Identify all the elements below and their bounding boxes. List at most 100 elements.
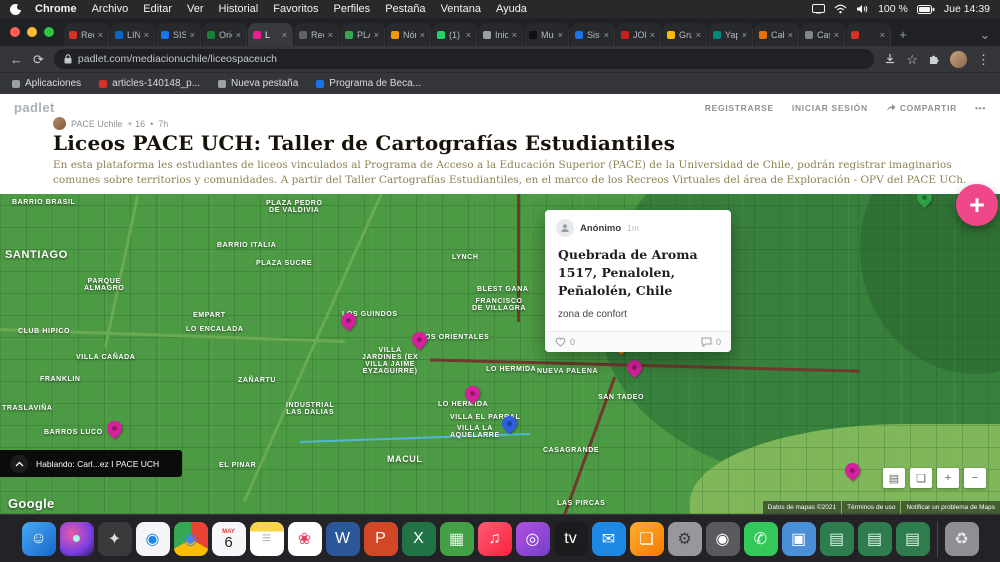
collaborators-count[interactable]: + 16 (127, 119, 145, 129)
heart-icon[interactable] (555, 337, 566, 347)
menu-item-chrome[interactable]: Chrome (35, 3, 77, 15)
browser-tab[interactable]: Yap × (708, 23, 753, 46)
dock-music-icon[interactable]: ♫ (477, 521, 512, 556)
map-marker[interactable] (461, 382, 484, 406)
more-options-icon[interactable]: ••• (975, 103, 986, 113)
new-tab-button[interactable]: + (892, 23, 914, 46)
browser-tab[interactable]: PLA × (340, 23, 385, 46)
tab-close-icon[interactable]: × (236, 30, 241, 40)
volume-icon[interactable] (856, 4, 869, 14)
map-attribution-link[interactable]: Notificar un problema de Maps (901, 501, 1000, 514)
browser-tab[interactable]: Orie × (202, 23, 247, 46)
browser-tab[interactable]: SIST × (156, 23, 201, 46)
tab-close-icon[interactable]: × (98, 30, 103, 40)
window-close-button[interactable] (10, 27, 20, 37)
talking-overlay[interactable]: Hablando: Carl...ez I PACE UCH (0, 450, 182, 477)
dock-excel-icon[interactable]: X (401, 521, 436, 556)
tab-close-icon[interactable]: × (512, 30, 517, 40)
fullscreen-button[interactable]: ❏ (910, 468, 932, 488)
dock-screen-sharing-icon[interactable]: ▦ (439, 521, 474, 556)
tab-close-icon[interactable]: × (650, 30, 655, 40)
dock-finder-icon[interactable]: ☺ (21, 521, 56, 556)
tab-search-button[interactable]: ⌄ (974, 23, 996, 46)
menu-clock[interactable]: Jue 14:39 (944, 3, 990, 15)
map-marker[interactable] (337, 309, 360, 333)
zoom-out-button[interactable]: − (964, 468, 986, 488)
expand-chevron-button[interactable] (10, 454, 28, 473)
dock-photo-booth-icon[interactable]: ◉ (705, 521, 740, 556)
tab-close-icon[interactable]: × (834, 30, 839, 40)
bookmark-item[interactable]: Aplicaciones (12, 78, 81, 89)
browser-tab[interactable]: Sist × (570, 23, 615, 46)
tab-close-icon[interactable]: × (788, 30, 793, 40)
menu-item-editar[interactable]: Editar (143, 3, 172, 15)
dock-tv-icon[interactable]: tv (553, 521, 588, 556)
dock-books-icon[interactable]: ❏ (629, 521, 664, 556)
reload-icon[interactable]: ⟳ (33, 53, 44, 66)
dock-photos-icon[interactable]: ❀ (287, 521, 322, 556)
map-type-button[interactable]: ▤ (883, 468, 905, 488)
tab-close-icon[interactable]: × (374, 30, 379, 40)
profile-avatar[interactable] (950, 50, 967, 68)
window-zoom-button[interactable] (44, 27, 54, 37)
browser-tab[interactable]: JOR × (616, 23, 661, 46)
dock-launchpad-icon[interactable]: ✦ (97, 521, 132, 556)
extensions-puzzle-icon[interactable] (928, 53, 940, 65)
dock-numbers-doc-1-icon[interactable]: ▤ (819, 521, 854, 556)
map-marker[interactable] (913, 194, 936, 210)
chrome-menu-icon[interactable]: ⋮ (977, 53, 990, 66)
map-marker[interactable] (408, 328, 431, 352)
add-post-button[interactable]: + (956, 184, 998, 226)
zoom-in-button[interactable]: + (937, 468, 959, 488)
tab-close-icon[interactable]: × (420, 30, 425, 40)
browser-tab[interactable]: LINk × (110, 23, 155, 46)
bookmark-item[interactable]: Nueva pestaña (218, 78, 298, 89)
author-name[interactable]: PACE Uchile (71, 119, 122, 129)
map-marker[interactable] (498, 412, 521, 436)
browser-tab[interactable]: Mus × (524, 23, 569, 46)
dock-trash-icon[interactable]: ♻ (944, 521, 979, 556)
menu-item-favoritos[interactable]: Favoritos (273, 3, 318, 15)
install-icon[interactable] (884, 53, 896, 65)
browser-tab[interactable]: Cab × (754, 23, 799, 46)
back-icon[interactable]: ← (10, 53, 23, 66)
share-button[interactable]: COMPARTIR (886, 103, 957, 113)
browser-tab[interactable]: × (846, 23, 891, 46)
browser-tab[interactable]: L × (248, 23, 293, 46)
browser-tab[interactable]: Cas × (800, 23, 845, 46)
screen-mirroring-icon[interactable] (812, 4, 826, 14)
dock-podcasts-icon[interactable]: ◎ (515, 521, 550, 556)
bookmark-item[interactable]: Programa de Beca... (316, 78, 421, 89)
window-minimize-button[interactable] (27, 27, 37, 37)
menu-item-perfiles[interactable]: Perfiles (334, 3, 371, 15)
dock-settings-icon[interactable]: ⚙ (667, 521, 702, 556)
map-marker[interactable] (623, 356, 646, 380)
padlet-logo[interactable]: padlet (14, 100, 55, 115)
tab-close-icon[interactable]: × (604, 30, 609, 40)
tab-close-icon[interactable]: × (742, 30, 747, 40)
tab-close-icon[interactable]: × (144, 30, 149, 40)
browser-tab[interactable]: Inici × (478, 23, 523, 46)
tab-close-icon[interactable]: × (282, 30, 287, 40)
map-marker[interactable] (841, 459, 864, 483)
menu-item-ver[interactable]: Ver (187, 3, 204, 15)
register-button[interactable]: REGISTRARSE (705, 103, 774, 113)
menu-item-historial[interactable]: Historial (219, 3, 259, 15)
browser-tab[interactable]: Reci × (64, 23, 109, 46)
tab-close-icon[interactable]: × (190, 30, 195, 40)
dock-powerpoint-icon[interactable]: P (363, 521, 398, 556)
login-button[interactable]: INICIAR SESIÓN (792, 103, 868, 113)
tab-close-icon[interactable]: × (696, 30, 701, 40)
map-marker[interactable] (103, 417, 126, 441)
wifi-icon[interactable] (834, 4, 847, 14)
browser-tab[interactable]: Rec × (294, 23, 339, 46)
menu-item-pestaña[interactable]: Pestaña (385, 3, 425, 15)
tab-close-icon[interactable]: × (328, 30, 333, 40)
browser-tab[interactable]: Gru × (662, 23, 707, 46)
dock-preview-icon[interactable]: ▣ (781, 521, 816, 556)
bookmark-item[interactable]: articles-140148_p... (99, 78, 200, 89)
dock-word-icon[interactable]: W (325, 521, 360, 556)
apple-menu-icon[interactable] (10, 3, 23, 15)
tab-close-icon[interactable]: × (880, 30, 885, 40)
map-canvas[interactable]: BARRIO BRASIL SANTIAGO PARQUE ALMAGRO CLUB … (0, 194, 1000, 514)
